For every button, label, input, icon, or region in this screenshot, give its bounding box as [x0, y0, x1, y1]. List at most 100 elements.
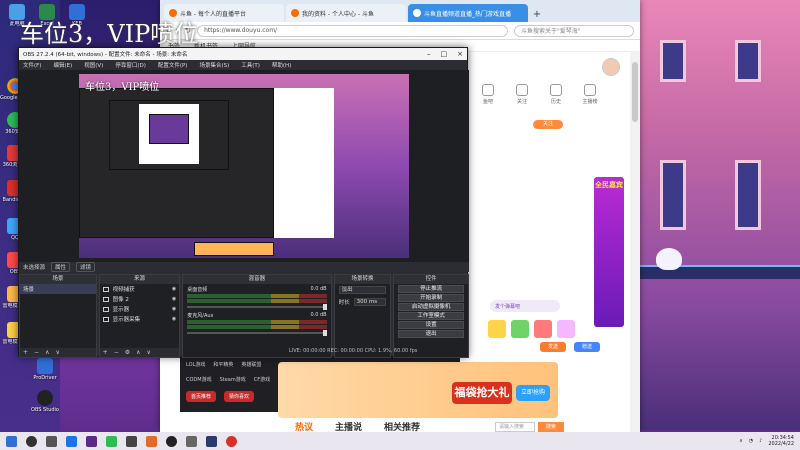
- app-icon[interactable]: [66, 435, 77, 447]
- volume-knob[interactable]: [322, 330, 327, 336]
- menu-scene-collection[interactable]: 场景集合(S): [199, 61, 229, 69]
- menu-file[interactable]: 文件(F): [23, 61, 41, 69]
- gift-item[interactable]: [488, 320, 506, 338]
- source-item[interactable]: 图像 2 ◉: [100, 294, 180, 304]
- category-item[interactable]: LOL游戏: [186, 361, 205, 368]
- settings-button[interactable]: 设置: [398, 321, 464, 329]
- remove-icon[interactable]: −: [34, 349, 39, 356]
- add-icon[interactable]: +: [103, 349, 108, 356]
- desktop-icon-obs-studio[interactable]: OBS Studio: [30, 390, 60, 413]
- bottom-search-input[interactable]: 请输入搜索: [495, 422, 535, 432]
- steam-icon[interactable]: [206, 435, 217, 447]
- app-icon[interactable]: [106, 435, 117, 447]
- duration-input[interactable]: 300 ms: [353, 298, 387, 306]
- app-icon[interactable]: [46, 435, 57, 447]
- app-icon[interactable]: [186, 435, 197, 447]
- menu-view[interactable]: 视图(V): [84, 61, 103, 69]
- add-icon[interactable]: +: [23, 349, 28, 356]
- chevron-down-icon[interactable]: ∨: [147, 349, 151, 356]
- page-scrollbar[interactable]: [630, 52, 640, 432]
- desktop-icon-prodriver[interactable]: ProDriver: [30, 358, 60, 381]
- follow-button[interactable]: 关注: [533, 120, 563, 129]
- menu-docks[interactable]: 停靠窗口(D): [115, 61, 146, 69]
- browser-tab-3[interactable]: 斗鱼直播频道直播_热门游戏直播: [408, 4, 528, 22]
- maximize-icon[interactable]: □: [441, 50, 448, 58]
- source-item[interactable]: 显示器 ◉: [100, 304, 180, 314]
- menu-profile[interactable]: 配置文件(P): [158, 61, 188, 69]
- transition-select[interactable]: 淡出: [338, 286, 387, 294]
- obs-window: OBS 27.2.4 (64-bit, windows) - 配置文件: 未命名…: [18, 47, 469, 358]
- gift-item[interactable]: [534, 320, 552, 338]
- app-icon[interactable]: [146, 435, 157, 447]
- promo-card[interactable]: [594, 177, 624, 327]
- eye-icon[interactable]: ◉: [172, 306, 176, 312]
- mixer-channel: 桌面音频 0.0 dB: [183, 284, 330, 310]
- filters-button[interactable]: 滤镜: [76, 262, 96, 272]
- chevron-up-icon[interactable]: ∧: [739, 438, 743, 444]
- volume-slider[interactable]: [187, 304, 327, 310]
- app-icon[interactable]: [86, 435, 97, 447]
- chevron-down-icon[interactable]: ∨: [55, 349, 59, 356]
- source-item[interactable]: 视频捕获 ◉: [100, 284, 180, 294]
- audio-meter: [187, 299, 327, 303]
- video-capture-icon: [102, 286, 109, 292]
- obs-taskbar-icon[interactable]: [166, 435, 177, 447]
- obs-status-bar: LIVE: 00:00:00 REC: 00:00:00 CPU: 1.9%, …: [289, 348, 418, 354]
- gift-item[interactable]: [511, 320, 529, 338]
- category-item[interactable]: Steam游戏: [220, 376, 246, 383]
- exit-button[interactable]: 退出: [398, 330, 464, 338]
- close-icon[interactable]: ×: [457, 50, 463, 58]
- record-icon[interactable]: [226, 435, 237, 447]
- chevron-up-icon[interactable]: ∧: [45, 349, 49, 356]
- category-pill[interactable]: 猜你喜欢: [224, 391, 255, 402]
- category-pill[interactable]: 首页推荐: [186, 391, 217, 402]
- taskbar-clock[interactable]: 20:34:54 2022/4/22: [768, 435, 794, 447]
- quick-icon-fishbar[interactable]: 鱼吧: [478, 84, 498, 105]
- url-input[interactable]: https://www.douyu.com/: [197, 24, 508, 37]
- gear-icon[interactable]: ⚙: [125, 349, 130, 356]
- danmaku-input[interactable]: 发个弹幕吧: [490, 300, 560, 312]
- minimize-icon[interactable]: –: [427, 50, 431, 58]
- menu-tools[interactable]: 工具(T): [241, 61, 260, 69]
- bottom-search-button[interactable]: 搜索: [538, 422, 564, 432]
- new-tab-button[interactable]: +: [530, 8, 544, 22]
- start-icon[interactable]: [6, 435, 17, 447]
- studio-mode-button[interactable]: 工作室模式: [398, 312, 464, 320]
- network-icon[interactable]: ◔: [749, 438, 753, 444]
- quick-icon-history[interactable]: 历史: [546, 84, 566, 105]
- quick-icon-rank[interactable]: 主播榜: [580, 84, 600, 105]
- quick-icon-follow[interactable]: 关注: [512, 84, 532, 105]
- volume-slider[interactable]: [187, 330, 327, 336]
- category-item[interactable]: CODM游戏: [186, 376, 212, 383]
- gift-button[interactable]: 赠送: [574, 342, 600, 352]
- category-item[interactable]: 英雄联盟: [241, 361, 261, 368]
- category-item[interactable]: CF游戏: [254, 376, 270, 383]
- eye-icon[interactable]: ◉: [172, 296, 176, 302]
- obs-preview[interactable]: 车位3，VIP喷位: [19, 70, 469, 262]
- menu-help[interactable]: 帮助(H): [272, 61, 291, 69]
- source-item[interactable]: 显示器采集 ◉: [100, 314, 180, 324]
- scrollbar-thumb[interactable]: [632, 62, 638, 122]
- volume-knob[interactable]: [322, 304, 327, 310]
- eye-icon[interactable]: ◉: [172, 286, 176, 292]
- properties-button[interactable]: 属性: [51, 262, 71, 272]
- stop-streaming-button[interactable]: 停止推流: [398, 285, 464, 293]
- browser-search-input[interactable]: 斗鱼搜索关于"爱琴海": [514, 24, 634, 37]
- avatar[interactable]: [602, 58, 620, 76]
- chevron-up-icon[interactable]: ∧: [136, 349, 140, 356]
- virtual-camera-button[interactable]: 启动虚拟摄像机: [398, 303, 464, 311]
- start-recording-button[interactable]: 开始录制: [398, 294, 464, 302]
- eye-icon[interactable]: ◉: [172, 316, 176, 322]
- browser-tab-2[interactable]: 我的资料 - 个人中心 - 斗鱼: [286, 4, 406, 22]
- menu-edit[interactable]: 编辑(E): [53, 61, 72, 69]
- scene-item[interactable]: 场景: [20, 284, 96, 294]
- steam-icon[interactable]: [26, 435, 37, 447]
- obs-canvas[interactable]: 车位3，VIP喷位: [79, 74, 409, 258]
- volume-icon[interactable]: ♪: [759, 438, 762, 444]
- app-icon[interactable]: [126, 435, 137, 447]
- send-button[interactable]: 发送: [540, 342, 566, 352]
- banner-buy-button[interactable]: 立即抢购: [516, 385, 550, 401]
- category-item[interactable]: 和平精英: [213, 361, 233, 368]
- gift-item[interactable]: [557, 320, 575, 338]
- remove-icon[interactable]: −: [114, 349, 119, 356]
